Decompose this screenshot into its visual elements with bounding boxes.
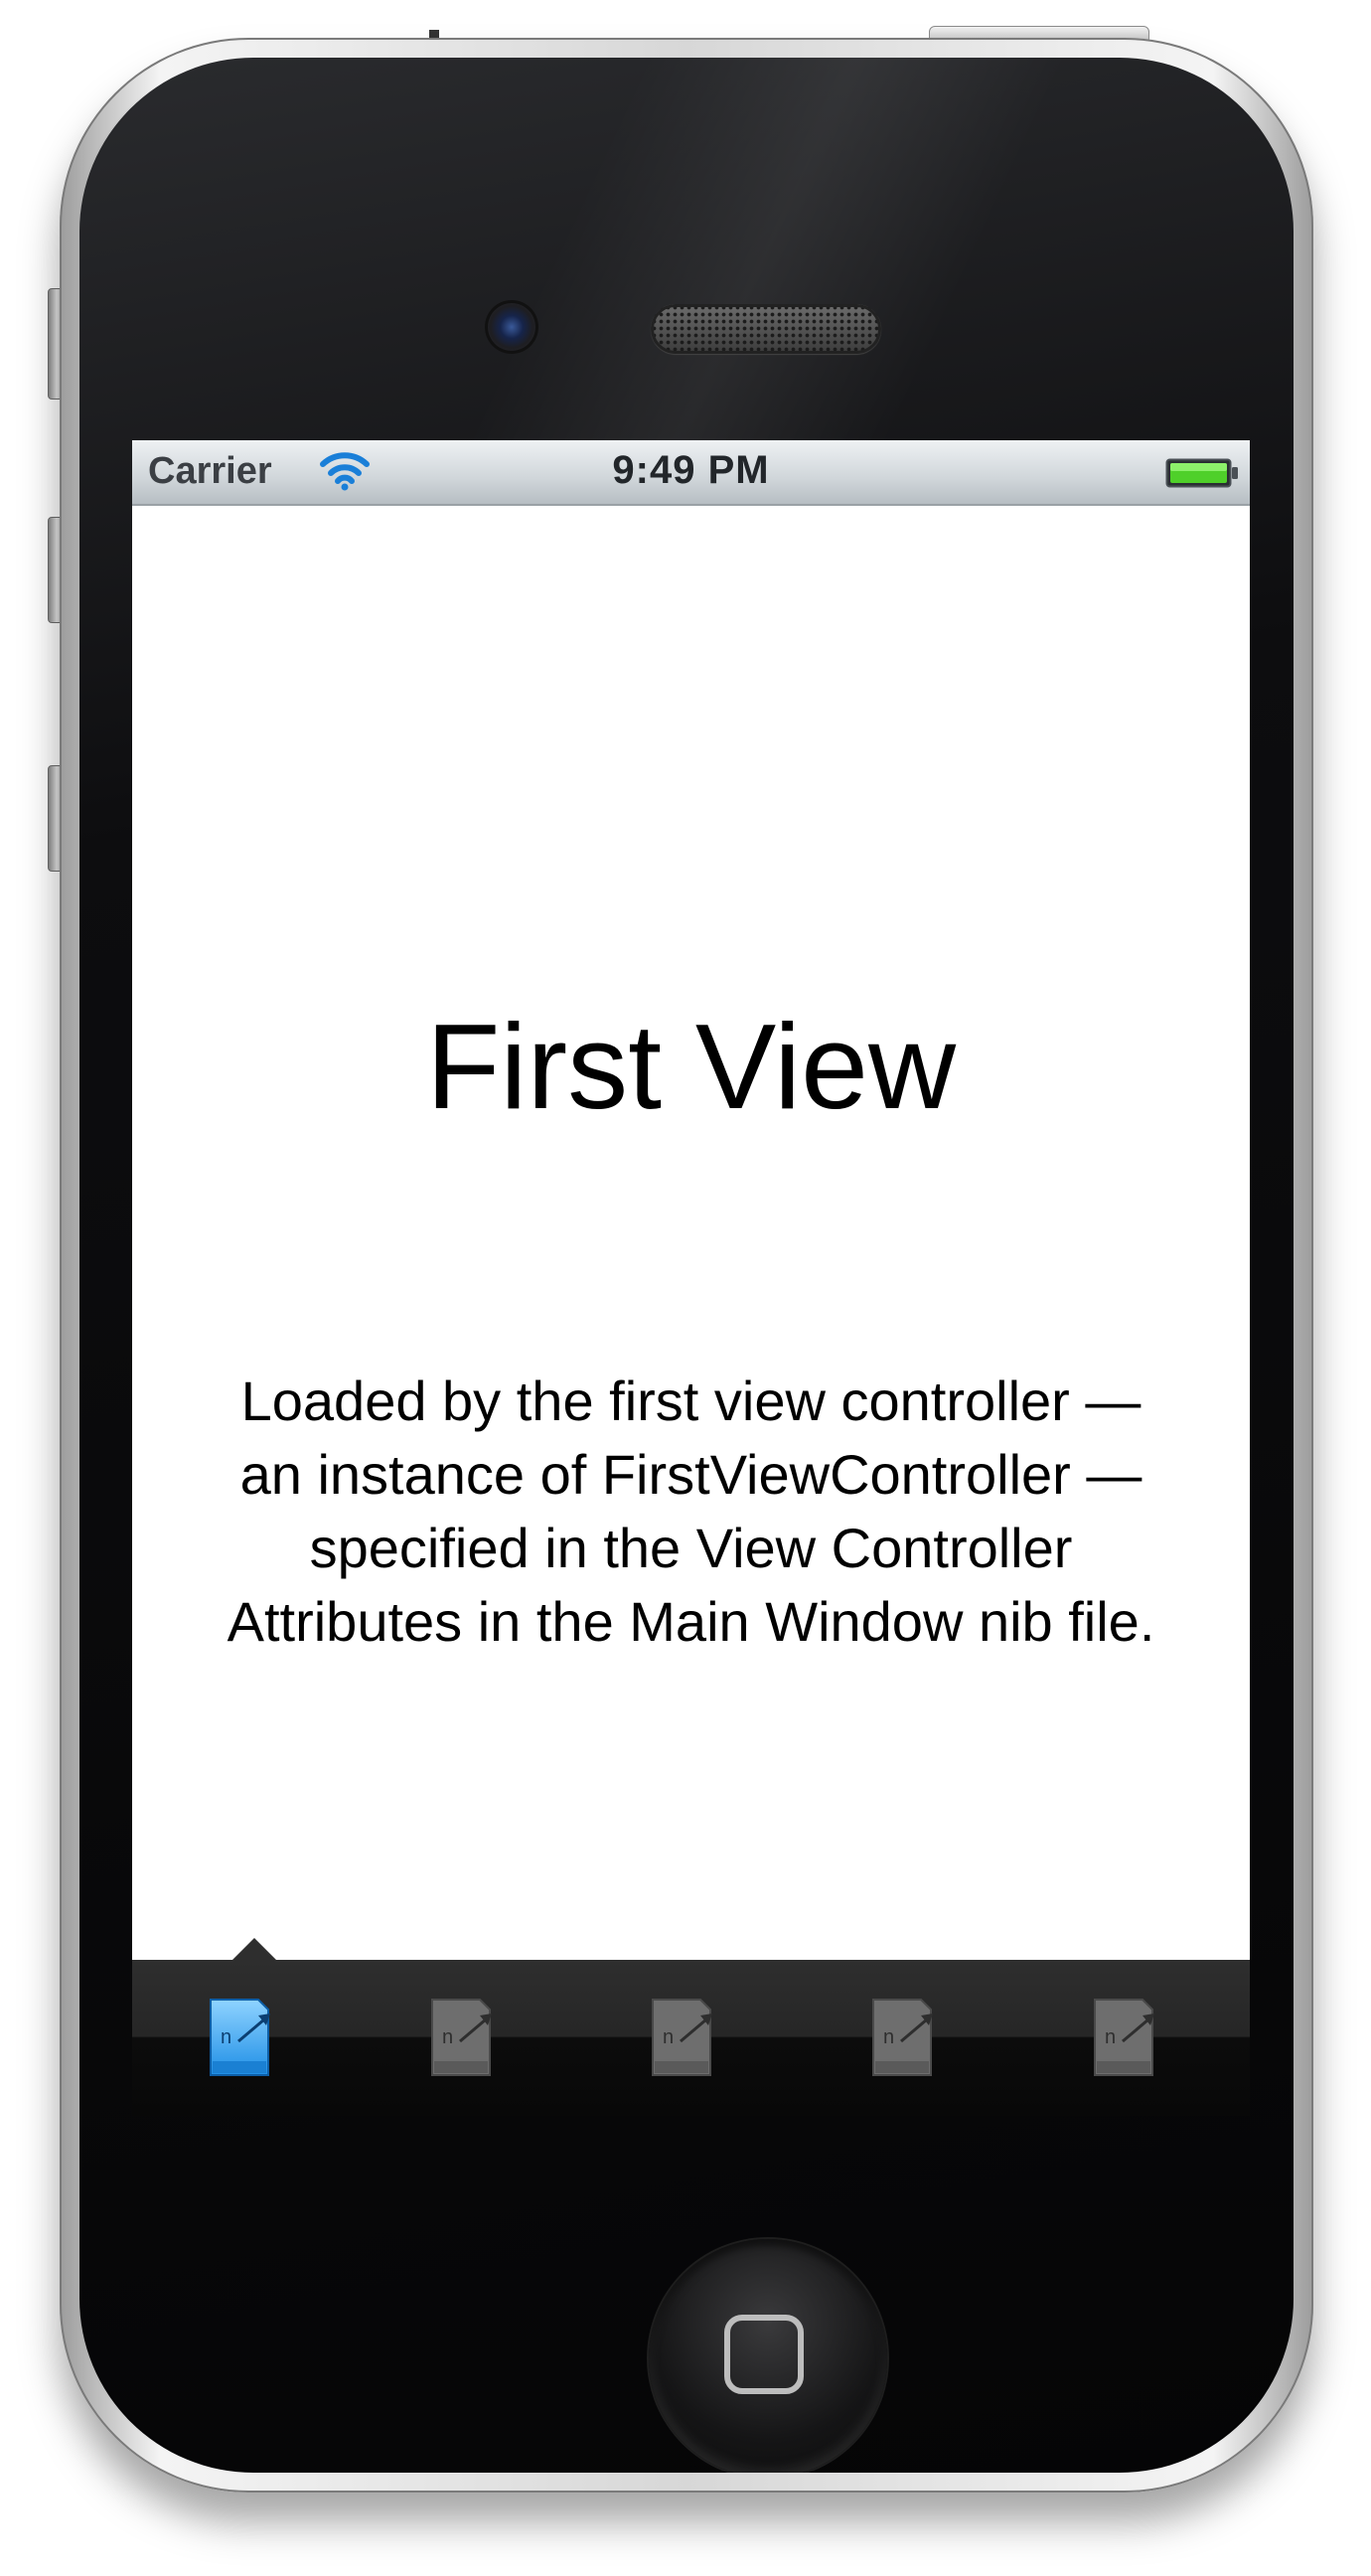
nib-file-icon: n (872, 1999, 933, 2076)
tab-item-5[interactable]: n (1083, 1992, 1172, 2081)
nib-file-icon: n (210, 1999, 270, 2076)
svg-text:n: n (1105, 2026, 1116, 2048)
device-screen: Carrier 9:49 PM First View Loaded by the… (132, 440, 1250, 2116)
page-title: First View (425, 999, 957, 1134)
front-camera-icon (485, 300, 538, 354)
simulator-screen: Carrier 9:49 PM First View Loaded by the… (0, 0, 1371, 2576)
glass-reflection (79, 58, 1294, 485)
tab-item-3[interactable]: n (641, 1992, 730, 2081)
svg-text:n: n (221, 2026, 231, 2048)
earpiece-speaker-icon (651, 304, 881, 354)
battery-full-icon (1165, 458, 1238, 488)
nib-file-icon: n (1094, 1999, 1154, 2076)
svg-text:n: n (442, 2026, 453, 2048)
view-description: Loaded by the first view controller — an… (227, 1369, 1155, 1653)
home-square-icon (724, 2315, 804, 2394)
selected-tab-indicator (232, 1938, 276, 1960)
tab-item-2[interactable]: n (420, 1992, 510, 2081)
tab-item-4[interactable]: n (861, 1992, 951, 2081)
tab-bar: n n n n n (132, 1960, 1250, 2116)
home-button[interactable] (649, 2239, 887, 2473)
svg-text:n: n (883, 2026, 894, 2048)
tab-item-1[interactable]: n (199, 1992, 288, 2081)
nib-file-icon: n (431, 1999, 492, 2076)
status-bar: Carrier 9:49 PM (132, 440, 1250, 506)
status-time: 9:49 PM (612, 448, 770, 492)
nib-file-icon: n (652, 1999, 712, 2076)
svg-text:n: n (663, 2026, 674, 2048)
